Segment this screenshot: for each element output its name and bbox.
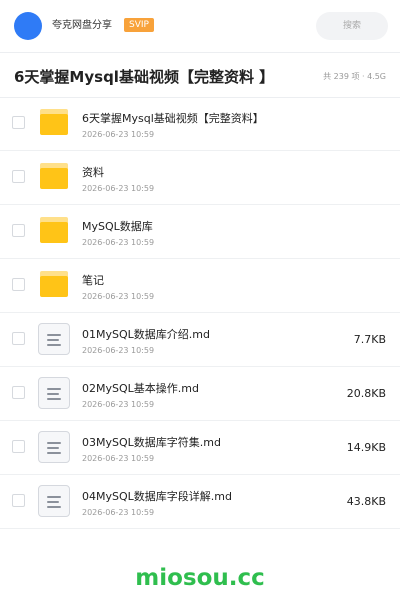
document-icon bbox=[38, 485, 70, 517]
document-line bbox=[47, 339, 59, 341]
search-button[interactable]: 搜索 bbox=[316, 12, 388, 40]
folder-icon bbox=[40, 217, 68, 243]
file-date: 2026-06-23 10:59 bbox=[82, 238, 155, 247]
title-bar: 6天掌握Mysql基础视频【完整资料 】 共 239 项 · 4.5G bbox=[0, 54, 400, 98]
select-checkbox[interactable] bbox=[12, 386, 25, 399]
avatar[interactable] bbox=[14, 12, 42, 40]
file-size: 7.7KB bbox=[353, 333, 386, 346]
select-checkbox[interactable] bbox=[12, 116, 25, 129]
file-name[interactable]: 笔记 bbox=[82, 274, 104, 288]
document-line bbox=[47, 334, 61, 336]
file-row[interactable]: 笔记 2026-06-23 10:59 bbox=[0, 259, 400, 313]
document-line bbox=[47, 452, 61, 454]
file-date: 2026-06-23 10:59 bbox=[82, 184, 155, 193]
file-size: 14.9KB bbox=[346, 441, 386, 454]
file-size: 43.8KB bbox=[346, 495, 386, 508]
folder-body bbox=[40, 276, 68, 297]
watermark: miosou.cc bbox=[135, 565, 265, 591]
file-row[interactable]: 02MySQL基本操作.md 2026-06-23 10:59 20.8KB bbox=[0, 367, 400, 421]
file-row[interactable]: 03MySQL数据库字符集.md 2026-06-23 10:59 14.9KB bbox=[0, 421, 400, 475]
file-row[interactable]: 6天掌握Mysql基础视频【完整资料】 2026-06-23 10:59 bbox=[0, 97, 400, 151]
file-name[interactable]: 02MySQL基本操作.md bbox=[82, 382, 199, 396]
file-date: 2026-06-23 10:59 bbox=[82, 400, 155, 409]
document-icon bbox=[38, 431, 70, 463]
document-line bbox=[47, 501, 59, 503]
file-row[interactable]: MySQL数据库 2026-06-23 10:59 bbox=[0, 205, 400, 259]
document-line bbox=[47, 496, 61, 498]
file-date: 2026-06-23 10:59 bbox=[82, 508, 155, 517]
document-icon bbox=[38, 323, 70, 355]
file-name[interactable]: 03MySQL数据库字符集.md bbox=[82, 436, 221, 450]
file-list: 6天掌握Mysql基础视频【完整资料】 2026-06-23 10:59 资料 202… bbox=[0, 97, 400, 529]
folder-icon bbox=[40, 271, 68, 297]
folder-body bbox=[40, 114, 68, 135]
file-name[interactable]: 6天掌握Mysql基础视频【完整资料】 bbox=[82, 112, 264, 126]
document-line bbox=[47, 506, 61, 508]
document-line bbox=[47, 388, 61, 390]
page-title: 6天掌握Mysql基础视频【完整资料 】 bbox=[14, 68, 275, 86]
header-divider bbox=[0, 52, 400, 53]
file-row[interactable]: 01MySQL数据库介绍.md 2026-06-23 10:59 7.7KB bbox=[0, 313, 400, 367]
file-name[interactable]: 01MySQL数据库介绍.md bbox=[82, 328, 210, 342]
document-line bbox=[47, 344, 61, 346]
user-name: 夸克网盘分享 bbox=[52, 20, 112, 31]
document-line bbox=[47, 393, 59, 395]
folder-icon bbox=[40, 163, 68, 189]
file-date: 2026-06-23 10:59 bbox=[82, 454, 155, 463]
select-checkbox[interactable] bbox=[12, 224, 25, 237]
select-checkbox[interactable] bbox=[12, 170, 25, 183]
file-date: 2026-06-23 10:59 bbox=[82, 346, 155, 355]
file-size: 20.8KB bbox=[346, 387, 386, 400]
folder-icon bbox=[40, 109, 68, 135]
top-bar: 夸克网盘分享 SVIP 搜索 bbox=[0, 0, 400, 52]
file-date: 2026-06-23 10:59 bbox=[82, 130, 155, 139]
file-row[interactable]: 资料 2026-06-23 10:59 bbox=[0, 151, 400, 205]
file-name[interactable]: 04MySQL数据库字段详解.md bbox=[82, 490, 232, 504]
select-checkbox[interactable] bbox=[12, 278, 25, 291]
file-date: 2026-06-23 10:59 bbox=[82, 292, 155, 301]
document-line bbox=[47, 447, 59, 449]
item-summary: 共 239 项 · 4.5G bbox=[323, 72, 386, 81]
select-checkbox[interactable] bbox=[12, 494, 25, 507]
folder-body bbox=[40, 168, 68, 189]
document-icon bbox=[38, 377, 70, 409]
select-checkbox[interactable] bbox=[12, 332, 25, 345]
file-name[interactable]: MySQL数据库 bbox=[82, 220, 153, 234]
document-line bbox=[47, 398, 61, 400]
vip-badge: SVIP bbox=[124, 18, 154, 32]
document-line bbox=[47, 442, 61, 444]
select-checkbox[interactable] bbox=[12, 440, 25, 453]
file-row[interactable]: 04MySQL数据库字段详解.md 2026-06-23 10:59 43.8KB bbox=[0, 475, 400, 529]
folder-body bbox=[40, 222, 68, 243]
file-name[interactable]: 资料 bbox=[82, 166, 104, 180]
